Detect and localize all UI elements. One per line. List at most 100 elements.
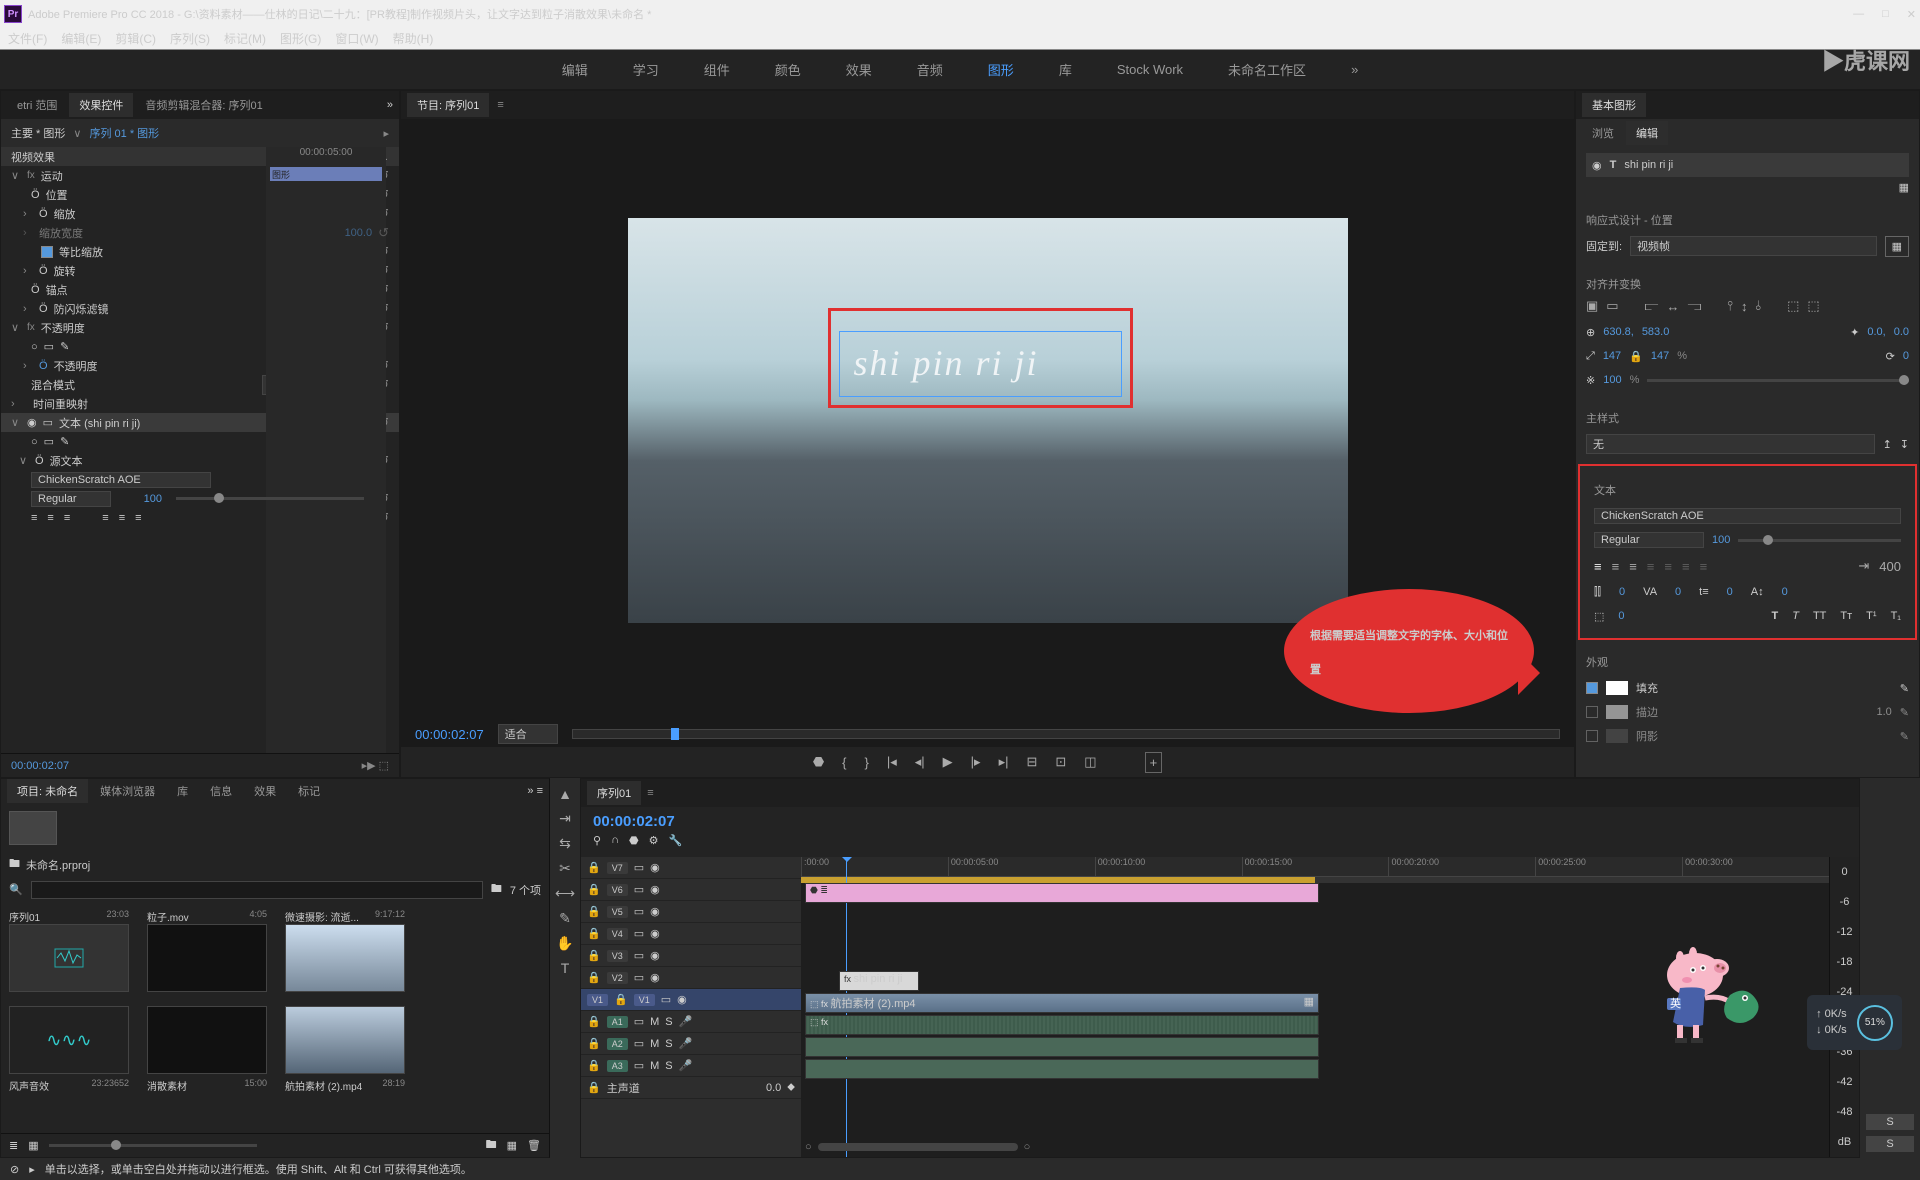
sync-up-icon[interactable]: ↥ [1883,438,1892,451]
clip-video[interactable]: ⬚ fx 航拍素材 (2).mp4▦ [805,993,1319,1013]
sync-down-icon[interactable]: ↧ [1900,438,1909,451]
align-l-icon[interactable]: ⫍ [1645,298,1659,314]
tab-audio-mixer[interactable]: 音频剪辑混合器: 序列01 [135,93,272,117]
opacity-value[interactable]: 100 [1603,374,1621,386]
razor-tool-icon[interactable]: ✂ [559,860,571,877]
dist-h-icon[interactable]: ⬚ [1787,298,1799,314]
tab-media-browser[interactable]: 媒体浏览器 [90,779,165,803]
ws-stock[interactable]: Stock Work [1117,62,1183,77]
bold-icon[interactable]: T [1771,610,1778,622]
hand-tool-icon[interactable]: ✋ [556,935,573,952]
txt-align-r-icon[interactable]: ≡ [1629,559,1637,574]
superscript-icon[interactable]: T¹ [1866,610,1876,622]
align-c-icon[interactable]: ↔ [1666,299,1679,314]
stroke-swatch[interactable] [1606,705,1628,719]
sequence-clip[interactable]: 序列 01 * 图形 [89,125,159,141]
txt-align-l-icon[interactable]: ≡ [1594,559,1602,574]
play-icon[interactable]: ▸ [383,127,389,140]
eg-font-size[interactable]: 100 [1712,534,1730,546]
go-out-icon[interactable]: ▸| [999,754,1009,770]
align-center-icon[interactable]: ≡ [47,512,53,524]
project-item[interactable]: 序列0123:03 [9,909,129,996]
ws-effects[interactable]: 效果 [846,60,872,79]
panel-menu-icon[interactable]: » [387,99,393,111]
play-icon[interactable]: ▶ [943,754,953,770]
master-track[interactable]: 主声道 [607,1080,640,1096]
weight-select[interactable]: Regular [31,491,111,507]
maximize-icon[interactable]: □ [1882,8,1889,21]
trash-icon[interactable]: 🗑 [527,1139,541,1152]
dock-s2[interactable]: S [1866,1136,1914,1152]
ws-edit[interactable]: 编辑 [562,60,588,79]
list-view-icon[interactable]: ≣ [9,1139,18,1152]
pinto-select[interactable]: 视频帧 [1630,236,1877,256]
stroke-checkbox[interactable] [1586,706,1598,718]
wrench-icon[interactable]: 🔧 [668,834,682,847]
minimize-icon[interactable]: — [1853,8,1864,21]
button-editor-icon[interactable]: + [1145,752,1163,773]
font-select[interactable]: ChickenScratch AOE [31,472,211,488]
eg-font-select[interactable]: ChickenScratch AOE [1594,508,1901,524]
shadow-swatch[interactable] [1606,729,1628,743]
eg-tab-browse[interactable]: 浏览 [1582,121,1624,145]
align-r-icon[interactable]: ⫎ [1687,298,1701,314]
export-frame-icon[interactable]: ◫ [1084,754,1096,770]
step-back-icon[interactable]: ◂| [915,754,925,770]
timeline-ruler[interactable]: :00:0000:00:05:0000:00:10:0000:00:15:000… [801,857,1829,877]
ws-library[interactable]: 库 [1059,60,1072,79]
link-icon[interactable]: ∩ [611,834,619,847]
menu-graphics[interactable]: 图形(G) [280,30,321,47]
clip-graphic[interactable]: ⬣ ≣ [805,883,1319,903]
dist-v-icon[interactable]: ⬚ [1807,298,1819,314]
align-t-icon[interactable]: ⫯ [1727,298,1733,314]
search-icon[interactable]: 🔍 [9,883,23,896]
close-icon[interactable]: ✕ [1907,8,1916,21]
tab-markers[interactable]: 标记 [288,779,330,803]
master-clip[interactable]: 主要 * 图形 [11,125,65,141]
ws-color[interactable]: 颜色 [775,60,801,79]
pen-mask-icon[interactable]: ✎ [60,340,69,353]
italic-icon[interactable]: T [1792,610,1799,622]
new-bin-icon[interactable]: 🖿 [486,1136,497,1155]
new-layer-icon[interactable]: ▦ [1899,182,1909,194]
align-right-icon[interactable]: ≡ [64,512,70,524]
new-item-icon[interactable]: ▦ [507,1139,517,1152]
dock-s1[interactable]: S [1866,1114,1914,1130]
layer-eye-icon[interactable]: ◉ [1592,159,1602,172]
clip-audio-1[interactable]: ⬚ fx [805,1015,1319,1035]
timeline-timecode[interactable]: 00:00:02:07 [593,813,1847,830]
ripple-edit-tool-icon[interactable]: ⇆ [559,835,571,852]
eye-icon[interactable]: ◉ [27,416,37,429]
align-rect-icon[interactable]: ▣ [1586,298,1598,314]
filter-icon[interactable]: 🖿 [491,880,502,899]
track-select-tool-icon[interactable]: ⇥ [559,810,571,827]
shadow-checkbox[interactable] [1586,730,1598,742]
zoom-out-icon[interactable]: ▸▶ ⬚ [362,759,389,772]
program-scrubber[interactable] [572,729,1560,739]
fill-checkbox[interactable] [1586,682,1598,694]
font-size[interactable]: 100 [117,493,162,505]
go-in-icon[interactable]: |◂ [887,754,897,770]
clip-text[interactable]: fx shi pin ri ji [839,971,919,991]
ws-graphics[interactable]: 图形 [988,60,1014,79]
bin-icon[interactable]: 🖿 [9,855,20,874]
menu-help[interactable]: 帮助(H) [393,30,434,47]
search-input[interactable] [31,881,483,899]
tab-scope[interactable]: etri 范围 [7,93,67,117]
align-b-icon[interactable]: ⫰ [1755,298,1761,314]
align-left-icon[interactable]: ≡ [31,512,37,524]
slip-tool-icon[interactable]: ⟷ [555,885,575,902]
preview-text[interactable]: shi pin ri ji [840,332,1121,394]
selection-tool-icon[interactable]: ▲ [558,786,572,802]
align-m-icon[interactable]: ↕ [1741,299,1748,314]
ws-assembly[interactable]: 组件 [704,60,730,79]
tab-info[interactable]: 信息 [200,779,242,803]
ellipse-mask-icon[interactable]: ○ [31,341,38,353]
layer-name[interactable]: shi pin ri ji [1624,159,1673,171]
out-point-icon[interactable]: } [865,755,869,770]
step-fwd-icon[interactable]: |▸ [971,754,981,770]
settings-icon[interactable]: ⚙ [649,834,659,847]
panel-overflow-icon[interactable]: » ≡ [527,785,543,797]
menu-window[interactable]: 窗口(W) [335,30,378,47]
type-tool-icon[interactable]: T [561,960,570,976]
